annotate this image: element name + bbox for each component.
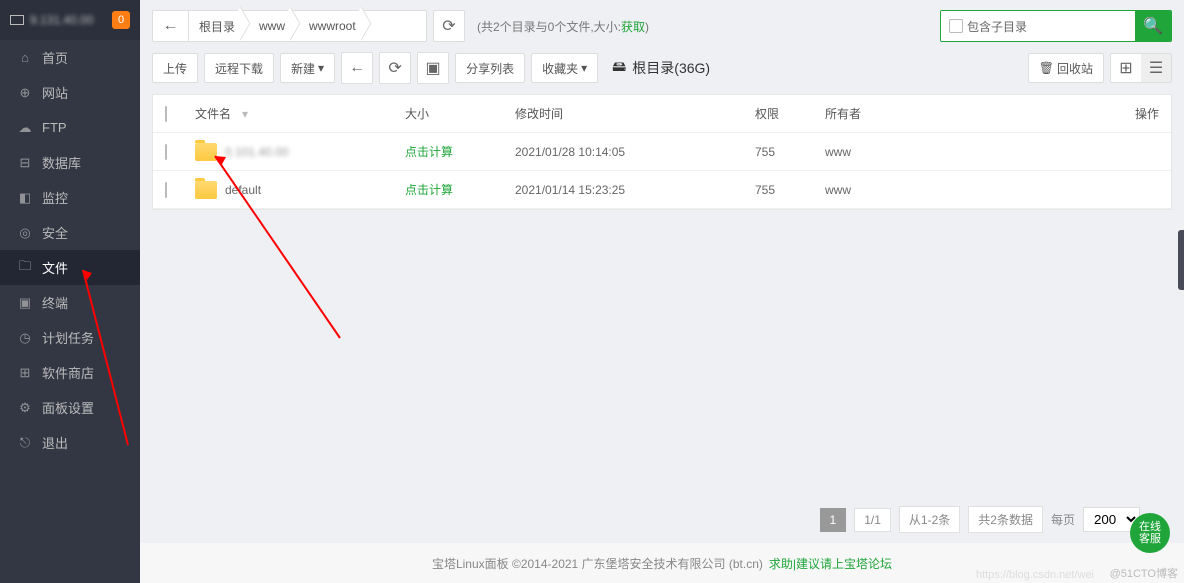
server-info: 9.131.40.00 0 [0, 0, 140, 40]
nav-icon: ◧ [18, 190, 32, 206]
nav-icon: ⊞ [18, 365, 32, 381]
sort-icon: ▾ [242, 107, 248, 121]
get-size-link[interactable]: 获取 [621, 20, 645, 34]
watermark2: https://blog.csdn.net/wei [976, 569, 1094, 581]
nav-icon: 🗀 [18, 257, 32, 279]
sidebar-item-安全[interactable]: ◎安全 [0, 215, 140, 250]
monitor-icon [10, 15, 24, 25]
search-box: 包含子目录 🔍 [940, 10, 1172, 42]
server-ip: 9.131.40.00 [30, 13, 93, 27]
page-count: 1/1 [854, 508, 891, 532]
file-time: 2021/01/14 15:23:25 [515, 183, 755, 197]
list-view-button[interactable]: ☰ [1141, 54, 1171, 82]
file-time: 2021/01/28 10:14:05 [515, 145, 755, 159]
dir-info: (共2个目录与0个文件,大小:获取) [471, 18, 655, 35]
page-range: 从1-2条 [899, 506, 960, 533]
support-button[interactable]: 在线 客服 [1130, 513, 1170, 553]
table-header: 文件名▾ 大小 修改时间 权限 所有者 操作 [153, 95, 1171, 133]
sidebar-item-数据库[interactable]: ⊟数据库 [0, 145, 140, 180]
col-name[interactable]: 文件名▾ [195, 105, 405, 122]
right-handle[interactable] [1178, 230, 1184, 290]
share-list-button[interactable]: 分享列表 [455, 53, 525, 83]
back-button[interactable]: ← [153, 11, 189, 41]
search-subdir-option[interactable]: 包含子目录 [941, 11, 1035, 41]
page-total: 共2条数据 [968, 506, 1043, 533]
nav-icon: ▣ [18, 295, 32, 311]
crumb-wwwroot[interactable]: wwwroot [299, 11, 370, 41]
grid-view-button[interactable]: ⊞ [1111, 54, 1141, 82]
search-icon: 🔍 [1143, 16, 1163, 36]
calc-size-link[interactable]: 点击计算 [405, 183, 453, 197]
file-owner: www [825, 145, 1085, 159]
new-button[interactable]: 新建 ▾ [280, 53, 335, 83]
nav-icon: ◷ [18, 330, 32, 346]
annotation-arrow-2 [210, 148, 350, 348]
forum-link[interactable]: 求助|建议请上宝塔论坛 [769, 555, 892, 572]
terminal-button[interactable]: ▣ [417, 52, 449, 84]
page-current[interactable]: 1 [820, 508, 847, 532]
nav-icon: ☁ [18, 120, 32, 136]
refresh-button[interactable]: ⟳ [433, 10, 465, 42]
recycle-button[interactable]: 🗑 回收站 [1028, 53, 1104, 83]
root-label: 🖴 根目录(36G) [612, 56, 710, 80]
file-perm: 755 [755, 145, 825, 159]
upload-button[interactable]: 上传 [152, 53, 198, 83]
view-toggle: ⊞ ☰ [1110, 53, 1172, 83]
col-op: 操作 [1085, 105, 1159, 122]
watermark: @51CTO博客 [1110, 565, 1178, 581]
col-owner[interactable]: 所有者 [825, 105, 1085, 122]
crumb-www[interactable]: www [249, 11, 299, 41]
favorites-button[interactable]: 收藏夹 ▾ [531, 53, 598, 83]
crumb-根目录[interactable]: 根目录 [189, 11, 249, 41]
sidebar-item-网站[interactable]: ⊕网站 [0, 75, 140, 110]
sidebar-item-监控[interactable]: ◧监控 [0, 180, 140, 215]
update-badge[interactable]: 0 [112, 11, 130, 29]
nav-icon: ⊕ [18, 85, 32, 101]
col-time[interactable]: 修改时间 [515, 105, 755, 122]
file-owner: www [825, 183, 1085, 197]
disk-icon: 🖴 [612, 56, 626, 80]
col-size[interactable]: 大小 [405, 105, 515, 122]
sidebar-item-首页[interactable]: ⌂首页 [0, 40, 140, 75]
nav-icon: ⚙ [18, 400, 32, 416]
checkbox-icon [949, 19, 963, 33]
refresh2-button[interactable]: ⟳ [379, 52, 411, 84]
file-perm: 755 [755, 183, 825, 197]
row-checkbox[interactable] [165, 182, 167, 198]
trash-icon: 🗑 [1039, 61, 1054, 75]
breadcrumb: ← 根目录wwwwwwroot [152, 10, 427, 42]
nav-back-button[interactable]: ← [341, 52, 373, 84]
col-perm[interactable]: 权限 [755, 105, 825, 122]
nav-icon: ⎋ [18, 435, 32, 451]
search-button[interactable]: 🔍 [1135, 11, 1171, 41]
search-input[interactable] [1035, 11, 1135, 41]
sidebar-item-FTP[interactable]: ☁FTP [0, 110, 140, 145]
calc-size-link[interactable]: 点击计算 [405, 145, 453, 159]
row-checkbox[interactable] [165, 144, 167, 160]
nav-icon: ◎ [18, 225, 32, 241]
select-all-checkbox[interactable] [165, 106, 167, 122]
nav-icon: ⌂ [18, 50, 32, 65]
nav-icon: ⊟ [18, 155, 32, 171]
pagination: 1 1/1 从1-2条 共2条数据 每页 200 条 [820, 506, 1160, 533]
remote-download-button[interactable]: 远程下载 [204, 53, 274, 83]
